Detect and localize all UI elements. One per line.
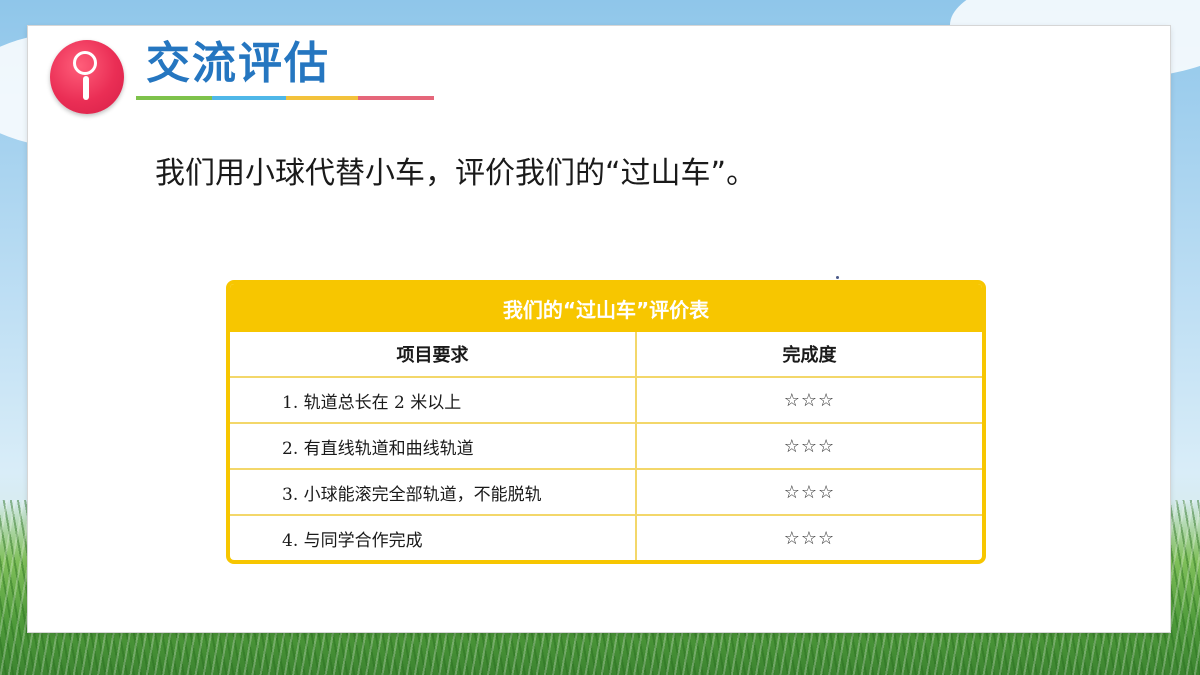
evaluation-grid: 项目要求 完成度 1. 轨道总长在 2 米以上 ☆☆☆ 2. 有直线轨道和曲线轨… <box>230 332 982 560</box>
title-underline-blue <box>212 96 286 100</box>
star-rating[interactable]: ☆☆☆ <box>636 469 982 516</box>
page-title: 交流评估 <box>146 38 330 89</box>
decorative-dot <box>836 276 839 279</box>
title-underline-green <box>136 96 212 100</box>
evaluation-table: 我们的“过山车”评价表 项目要求 完成度 1. 轨道总长在 2 米以上 ☆☆☆ … <box>226 280 986 564</box>
star-rating[interactable]: ☆☆☆ <box>636 377 982 424</box>
title-underline-red <box>358 96 434 100</box>
table-row: 1. 轨道总长在 2 米以上 ☆☆☆ <box>230 377 982 424</box>
magnifier-handle <box>83 76 89 100</box>
star-rating[interactable]: ☆☆☆ <box>636 515 982 560</box>
magnifier-lens <box>73 51 97 75</box>
column-header-requirement: 项目要求 <box>230 332 637 378</box>
requirement-cell: 2. 有直线轨道和曲线轨道 <box>230 423 637 470</box>
column-header-completion: 完成度 <box>636 332 982 378</box>
table-row: 3. 小球能滚完全部轨道，不能脱轨 ☆☆☆ <box>230 469 982 516</box>
table-row: 4. 与同学合作完成 ☆☆☆ <box>230 515 982 560</box>
table-title: 我们的“过山车”评价表 <box>230 284 982 332</box>
table-header-row: 项目要求 完成度 <box>230 332 982 378</box>
intro-text: 我们用小球代替小车，评价我们的“过山车”。 <box>155 156 757 191</box>
table-row: 2. 有直线轨道和曲线轨道 ☆☆☆ <box>230 423 982 470</box>
requirement-cell: 4. 与同学合作完成 <box>230 515 637 560</box>
title-underline-yellow <box>286 96 358 100</box>
star-rating[interactable]: ☆☆☆ <box>636 423 982 470</box>
magnifier-icon <box>50 40 124 114</box>
requirement-cell: 3. 小球能滚完全部轨道，不能脱轨 <box>230 469 637 516</box>
requirement-cell: 1. 轨道总长在 2 米以上 <box>230 377 637 424</box>
